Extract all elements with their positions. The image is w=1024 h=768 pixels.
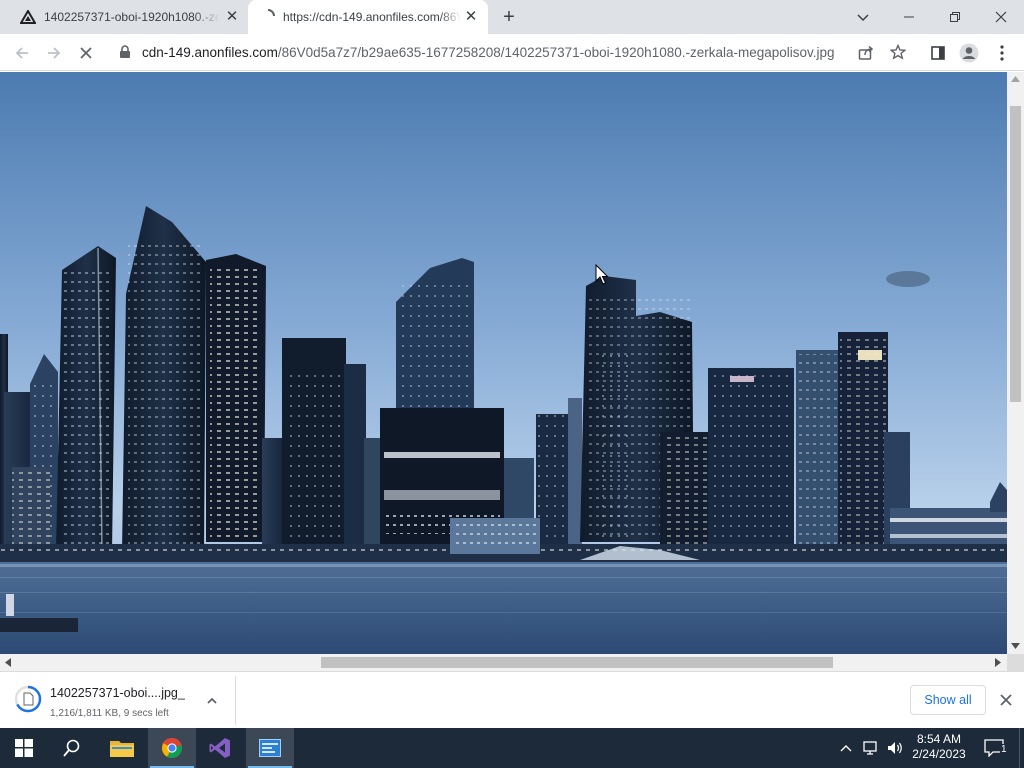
close-download-bar-icon[interactable] (999, 693, 1013, 707)
close-tab-icon[interactable]: ✕ (463, 9, 479, 25)
scrollbar-corner (1007, 654, 1024, 671)
tab-title: https://cdn-149.anonfiles.com/86V0d5a7z7… (283, 10, 461, 24)
tab-strip: 1402257371-oboi-1920h1080.-zerkala-megap… (0, 0, 1024, 34)
minimize-button[interactable] (886, 0, 932, 34)
show-all-button[interactable]: Show all (910, 685, 986, 715)
scroll-right-arrow-icon[interactable] (995, 658, 1001, 667)
url-text[interactable]: cdn-149.anonfiles.com/86V0d5a7z7/b29ae63… (142, 45, 854, 60)
clock-time: 8:54 AM (916, 732, 962, 746)
visual-studio-icon (209, 738, 230, 758)
scroll-up-arrow-icon[interactable] (1011, 76, 1020, 82)
tab-active[interactable]: https://cdn-149.anonfiles.com/86V0d5a7z7… (248, 0, 488, 34)
tab-title: 1402257371-oboi-1920h1080.-zerkala-megap… (44, 10, 220, 24)
url-path: /86V0d5a7z7/b29ae635-1677258208/14022573… (277, 45, 835, 60)
anonfiles-favicon (19, 9, 37, 24)
back-button[interactable] (9, 40, 35, 66)
volume-icon[interactable] (884, 728, 906, 768)
chrome-icon (161, 737, 182, 759)
app-icon (259, 739, 281, 757)
close-tab-icon[interactable]: ✕ (224, 9, 240, 25)
menu-kebab-icon[interactable] (989, 40, 1015, 66)
clock[interactable]: 8:54 AM 2/24/2023 (906, 728, 972, 768)
clock-date: 2/24/2023 (912, 747, 966, 761)
chevron-up-icon[interactable] (206, 694, 218, 706)
start-button[interactable] (0, 728, 48, 768)
address-bar[interactable]: cdn-149.anonfiles.com/86V0d5a7z7/b29ae63… (110, 38, 920, 67)
profile-avatar-icon[interactable] (956, 40, 982, 66)
close-window-button[interactable] (978, 0, 1024, 34)
horizontal-scrollbar[interactable] (0, 654, 1007, 671)
tab-search-icon[interactable] (840, 0, 886, 34)
network-icon[interactable] (860, 728, 882, 768)
loading-spinner-icon (261, 9, 275, 23)
download-bar: 1402257371-oboi....jpg_ 1,216/1,811 KB, … (0, 671, 1024, 728)
new-tab-button[interactable]: + (498, 6, 520, 28)
notifications-button[interactable]: 1 (978, 728, 1014, 768)
download-status: 1,216/1,811 KB, 9 secs left (50, 708, 169, 719)
windows-logo-icon (15, 739, 33, 757)
stop-loading-button[interactable] (73, 40, 99, 66)
horizontal-scroll-thumb[interactable] (321, 657, 833, 668)
mouse-cursor-icon (595, 263, 609, 286)
browser-toolbar: cdn-149.anonfiles.com/86V0d5a7z7/b29ae63… (0, 34, 1024, 71)
tab-image-file[interactable]: 1402257371-oboi-1920h1080.-zerkala-megap… (8, 0, 246, 34)
search-icon (63, 739, 80, 757)
bookmark-star-icon[interactable] (889, 43, 907, 60)
notification-count: 1 (1000, 744, 1008, 755)
url-host: cdn-149.anonfiles.com (142, 45, 278, 60)
app-button[interactable] (246, 728, 294, 768)
search-button[interactable] (48, 728, 96, 768)
restore-button[interactable] (932, 0, 978, 34)
side-panel-icon[interactable] (925, 40, 951, 66)
scroll-down-arrow-icon[interactable] (1011, 643, 1020, 649)
chevron-up-icon (840, 745, 852, 752)
download-progress-ring (14, 685, 42, 713)
chrome-button[interactable] (148, 728, 196, 768)
city-skyline-image (0, 72, 1007, 654)
show-desktop-button[interactable] (1019, 728, 1024, 768)
image-viewport[interactable] (0, 72, 1007, 654)
vertical-scrollbar[interactable] (1007, 72, 1024, 654)
vertical-scroll-thumb[interactable] (1010, 106, 1021, 402)
share-icon[interactable] (858, 45, 874, 61)
show-hidden-icons-button[interactable] (836, 728, 856, 768)
file-explorer-icon (110, 741, 134, 757)
forward-button[interactable] (41, 40, 67, 66)
visual-studio-button[interactable] (196, 728, 244, 768)
download-filename: 1402257371-oboi....jpg_ (50, 686, 185, 700)
lock-icon[interactable] (119, 45, 131, 59)
scroll-left-arrow-icon[interactable] (5, 658, 11, 667)
download-item[interactable]: 1402257371-oboi....jpg_ 1,216/1,811 KB, … (0, 676, 236, 725)
windows-taskbar: 8:54 AM 2/24/2023 1 (0, 728, 1024, 768)
file-explorer-button[interactable] (98, 728, 146, 768)
